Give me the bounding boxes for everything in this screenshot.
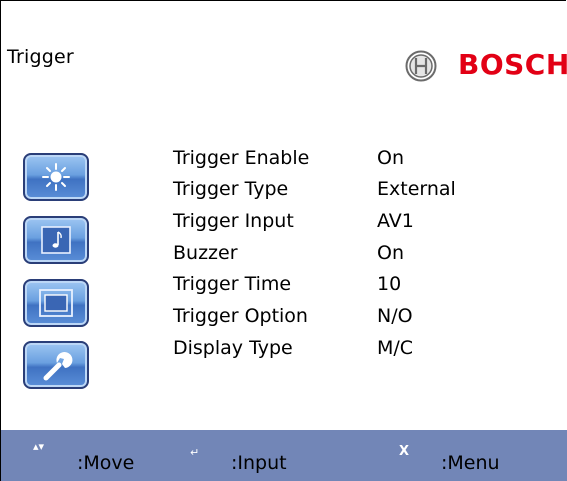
enter-icon: ↵ — [190, 446, 200, 459]
setting-label: Trigger Time — [173, 273, 292, 295]
display-window-icon — [39, 289, 73, 317]
audio-menu-button[interactable] — [23, 216, 89, 264]
setting-value: AV1 — [377, 210, 414, 232]
setting-value: On — [377, 242, 404, 264]
menu-x-icon: X — [399, 444, 410, 459]
bosch-logo: BOSCH — [405, 46, 567, 86]
setting-label: Trigger Type — [173, 178, 289, 200]
bosch-armature-icon — [405, 50, 437, 82]
setting-value: N/O — [377, 305, 413, 327]
setup-menu-button[interactable] — [23, 341, 89, 389]
brightness-icon — [42, 163, 70, 191]
setting-value: On — [377, 147, 404, 169]
audio-note-icon — [41, 226, 71, 254]
brightness-menu-button[interactable] — [23, 153, 89, 201]
setting-value: External — [377, 178, 456, 200]
setting-value: M/C — [377, 337, 414, 359]
setting-label: Buzzer — [173, 242, 238, 264]
setting-label: Trigger Input — [173, 210, 294, 232]
help-bar: ▴▾ :Move ↵ :Input X :Menu — [1, 430, 567, 481]
display-menu-button[interactable] — [23, 279, 89, 327]
setting-label: Trigger Enable — [173, 147, 310, 169]
wrench-icon — [43, 352, 73, 381]
menu-label: :Menu — [441, 452, 500, 474]
setting-value: 10 — [377, 273, 402, 295]
move-label: :Move — [77, 452, 135, 474]
up-down-arrows-icon: ▴▾ — [33, 440, 45, 453]
setting-label: Display Type — [173, 337, 293, 359]
page-title: Trigger — [7, 46, 74, 68]
brand-name: BOSCH — [458, 48, 567, 81]
setting-label: Trigger Option — [173, 305, 308, 327]
input-label: :Input — [231, 452, 287, 474]
